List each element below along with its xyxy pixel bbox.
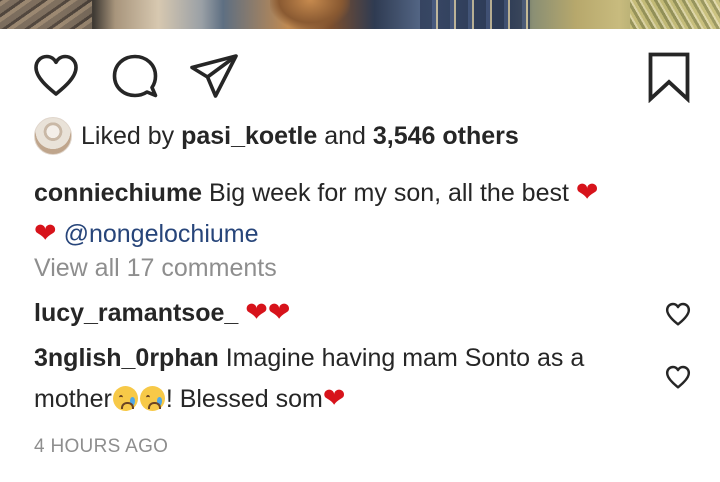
crying-face-icon bbox=[139, 386, 165, 411]
post-photo[interactable] bbox=[0, 0, 720, 29]
likes-text: Liked by pasi_koetle and 3,546 others bbox=[81, 121, 519, 150]
like-button[interactable] bbox=[32, 53, 80, 97]
view-all-comments-link[interactable]: View all 17 comments bbox=[34, 254, 277, 283]
red-heart-icon: ❤ bbox=[322, 383, 346, 413]
caption-text: Big week for my son, all the best bbox=[202, 179, 576, 207]
photo-detail bbox=[0, 0, 92, 29]
red-heart-icon: ❤ bbox=[34, 218, 57, 248]
photo-detail bbox=[630, 0, 720, 29]
speech-bubble-icon bbox=[112, 54, 158, 98]
heart-outline-icon bbox=[34, 54, 78, 96]
comment-like-button[interactable] bbox=[665, 302, 691, 331]
comment-button[interactable] bbox=[111, 53, 159, 99]
likes-summary[interactable]: Liked by pasi_koetle and 3,546 others bbox=[34, 116, 519, 156]
photo-detail bbox=[270, 0, 350, 29]
paper-plane-icon bbox=[190, 54, 238, 98]
comment-text: ! Blessed som bbox=[165, 385, 323, 413]
post-timestamp: 4 HOURS AGO bbox=[34, 436, 169, 457]
comment-username[interactable]: lucy_ramantsoe_ bbox=[34, 299, 238, 327]
post-caption: conniechiume Big week for my son, all th… bbox=[34, 172, 674, 254]
photo-detail bbox=[420, 0, 530, 29]
bookmark-icon bbox=[648, 52, 690, 103]
comment-username[interactable]: 3nglish_0rphan bbox=[34, 344, 219, 372]
share-button[interactable] bbox=[189, 53, 239, 99]
save-button[interactable] bbox=[647, 51, 691, 103]
comment-item: lucy_ramantsoe_ ❤❤ bbox=[34, 292, 634, 333]
comment-like-button[interactable] bbox=[665, 365, 691, 394]
crying-face-icon bbox=[112, 386, 138, 411]
liker-username[interactable]: pasi_koetle bbox=[181, 122, 317, 150]
caption-username[interactable]: conniechiume bbox=[34, 179, 202, 207]
likes-count[interactable]: 3,546 others bbox=[373, 122, 519, 150]
caption-mention[interactable]: @nongelochiume bbox=[64, 220, 259, 248]
red-heart-icon: ❤ bbox=[575, 177, 599, 207]
red-heart-icon: ❤❤ bbox=[245, 297, 291, 327]
heart-outline-icon bbox=[665, 302, 691, 326]
heart-outline-icon bbox=[665, 365, 691, 389]
comment-item: 3nglish_0rphan Imagine having mam Sonto … bbox=[34, 338, 634, 419]
liker-avatar[interactable] bbox=[34, 117, 72, 155]
